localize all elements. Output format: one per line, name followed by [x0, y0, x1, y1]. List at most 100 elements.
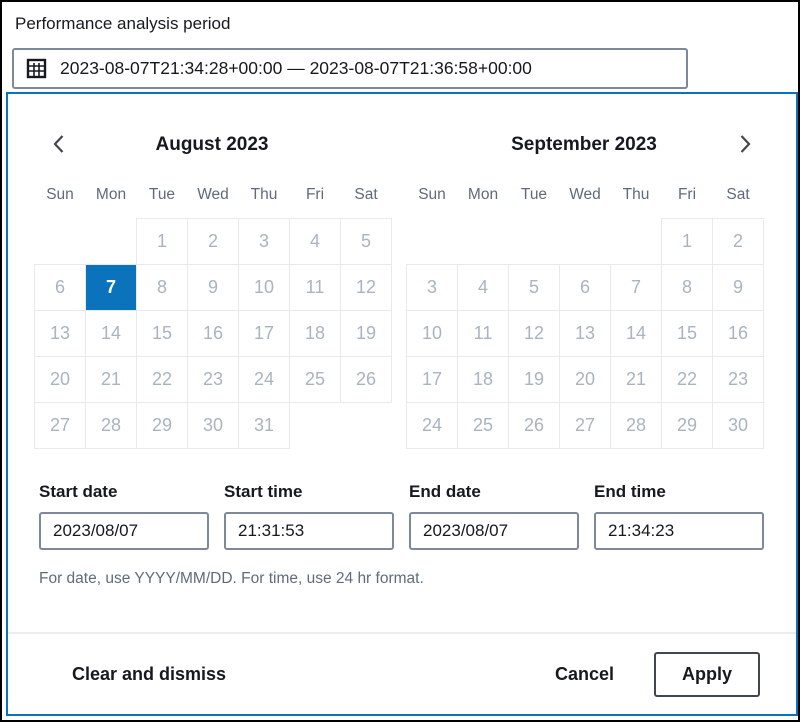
weekday-header: Sat — [341, 186, 392, 219]
calendar-day[interactable]: 25 — [458, 403, 509, 449]
calendar-day[interactable]: 10 — [407, 311, 458, 357]
weekday-header: Mon — [86, 186, 137, 219]
calendar-day[interactable]: 14 — [86, 311, 137, 357]
weekday-header: Mon — [458, 186, 509, 219]
calendar-day[interactable]: 19 — [341, 311, 392, 357]
start-time-label: Start time — [224, 482, 394, 502]
calendar-day[interactable]: 28 — [86, 403, 137, 449]
calendar-day[interactable]: 29 — [662, 403, 713, 449]
calendar-day-selected[interactable]: 7 — [86, 265, 137, 311]
month-title-september: September 2023 — [406, 134, 762, 156]
calendar-day[interactable]: 24 — [239, 357, 290, 403]
field-label: Performance analysis period — [15, 14, 230, 34]
calendar-day[interactable]: 9 — [188, 265, 239, 311]
calendar-empty-cell — [290, 403, 341, 449]
calendar-day[interactable]: 21 — [611, 357, 662, 403]
chevron-right-icon — [735, 133, 755, 158]
date-range-value: 2023-08-07T21:34:28+00:00 — 2023-08-07T2… — [60, 58, 532, 79]
calendar-day[interactable]: 3 — [407, 265, 458, 311]
calendar-day[interactable]: 15 — [662, 311, 713, 357]
calendar-empty-cell — [611, 219, 662, 265]
calendar-day[interactable]: 11 — [290, 265, 341, 311]
next-month-button[interactable] — [730, 130, 760, 160]
calendar-day[interactable]: 4 — [458, 265, 509, 311]
end-date-group: End date — [409, 482, 579, 550]
calendar-day[interactable]: 25 — [290, 357, 341, 403]
weekday-header: Thu — [239, 186, 290, 219]
calendar-day[interactable]: 2 — [188, 219, 239, 265]
calendar-day[interactable]: 24 — [407, 403, 458, 449]
calendar-day[interactable]: 11 — [458, 311, 509, 357]
calendar-day[interactable]: 16 — [713, 311, 764, 357]
start-time-input[interactable] — [224, 512, 394, 550]
calendar-day[interactable]: 5 — [509, 265, 560, 311]
calendar-day[interactable]: 31 — [239, 403, 290, 449]
calendar-day[interactable]: 17 — [407, 357, 458, 403]
date-range-picker-widget: Performance analysis period 2023-08-07T2… — [0, 0, 800, 722]
calendar-day[interactable]: 8 — [662, 265, 713, 311]
calendar-day[interactable]: 12 — [509, 311, 560, 357]
calendar-day[interactable]: 6 — [35, 265, 86, 311]
calendar-day[interactable]: 6 — [560, 265, 611, 311]
date-time-form: Start date Start time End date End time — [39, 482, 764, 550]
calendar-day[interactable]: 18 — [290, 311, 341, 357]
calendar-day[interactable]: 1 — [662, 219, 713, 265]
calendar-empty-cell — [86, 219, 137, 265]
calendar-day[interactable]: 8 — [137, 265, 188, 311]
start-date-label: Start date — [39, 482, 209, 502]
end-time-input[interactable] — [594, 512, 764, 550]
calendar-day[interactable]: 27 — [35, 403, 86, 449]
weekday-header: Wed — [188, 186, 239, 219]
calendar-empty-cell — [341, 403, 392, 449]
calendar-grid-icon — [26, 58, 47, 79]
date-picker-dropdown: August 2023 September 2023 SunMonTueWedT… — [6, 92, 798, 716]
calendar-day[interactable]: 10 — [239, 265, 290, 311]
calendar-day[interactable]: 23 — [188, 357, 239, 403]
weekday-header: Fri — [290, 186, 341, 219]
start-date-input[interactable] — [39, 512, 209, 550]
calendar-day[interactable]: 16 — [188, 311, 239, 357]
calendar-day[interactable]: 14 — [611, 311, 662, 357]
calendar-day[interactable]: 19 — [509, 357, 560, 403]
apply-button[interactable]: Apply — [654, 652, 760, 697]
calendar-day[interactable]: 23 — [713, 357, 764, 403]
calendar-day[interactable]: 5 — [341, 219, 392, 265]
calendar-day[interactable]: 26 — [509, 403, 560, 449]
calendar-day[interactable]: 29 — [137, 403, 188, 449]
start-time-group: Start time — [224, 482, 394, 550]
calendar-day[interactable]: 30 — [713, 403, 764, 449]
calendar-day[interactable]: 15 — [137, 311, 188, 357]
calendar-day[interactable]: 20 — [35, 357, 86, 403]
calendar-day[interactable]: 7 — [611, 265, 662, 311]
calendar-day[interactable]: 22 — [662, 357, 713, 403]
calendar-day[interactable]: 27 — [560, 403, 611, 449]
calendar-day[interactable]: 26 — [341, 357, 392, 403]
start-date-group: Start date — [39, 482, 209, 550]
clear-and-dismiss-button[interactable]: Clear and dismiss — [72, 664, 226, 685]
end-time-label: End time — [594, 482, 764, 502]
calendar-day[interactable]: 13 — [35, 311, 86, 357]
calendar-day[interactable]: 12 — [341, 265, 392, 311]
date-range-input[interactable]: 2023-08-07T21:34:28+00:00 — 2023-08-07T2… — [12, 48, 688, 89]
calendar-day[interactable]: 28 — [611, 403, 662, 449]
weekday-header: Sun — [407, 186, 458, 219]
calendar-grid-september: SunMonTueWedThuFriSat1234567891011121314… — [406, 186, 764, 449]
calendar-day[interactable]: 18 — [458, 357, 509, 403]
end-date-input[interactable] — [409, 512, 579, 550]
calendar-day[interactable]: 22 — [137, 357, 188, 403]
calendar-day[interactable]: 30 — [188, 403, 239, 449]
calendar-day[interactable]: 4 — [290, 219, 341, 265]
calendar-day[interactable]: 3 — [239, 219, 290, 265]
calendar-day[interactable]: 17 — [239, 311, 290, 357]
cancel-button[interactable]: Cancel — [555, 664, 614, 685]
calendar-grid-august: SunMonTueWedThuFriSat1234567891011121314… — [34, 186, 392, 449]
calendar-day[interactable]: 9 — [713, 265, 764, 311]
calendar-day[interactable]: 2 — [713, 219, 764, 265]
picker-footer: Clear and dismiss Cancel Apply — [8, 646, 796, 702]
calendar-day[interactable]: 21 — [86, 357, 137, 403]
calendar-day[interactable]: 1 — [137, 219, 188, 265]
calendar-empty-cell — [35, 219, 86, 265]
footer-divider — [8, 632, 796, 634]
calendar-day[interactable]: 20 — [560, 357, 611, 403]
calendar-day[interactable]: 13 — [560, 311, 611, 357]
